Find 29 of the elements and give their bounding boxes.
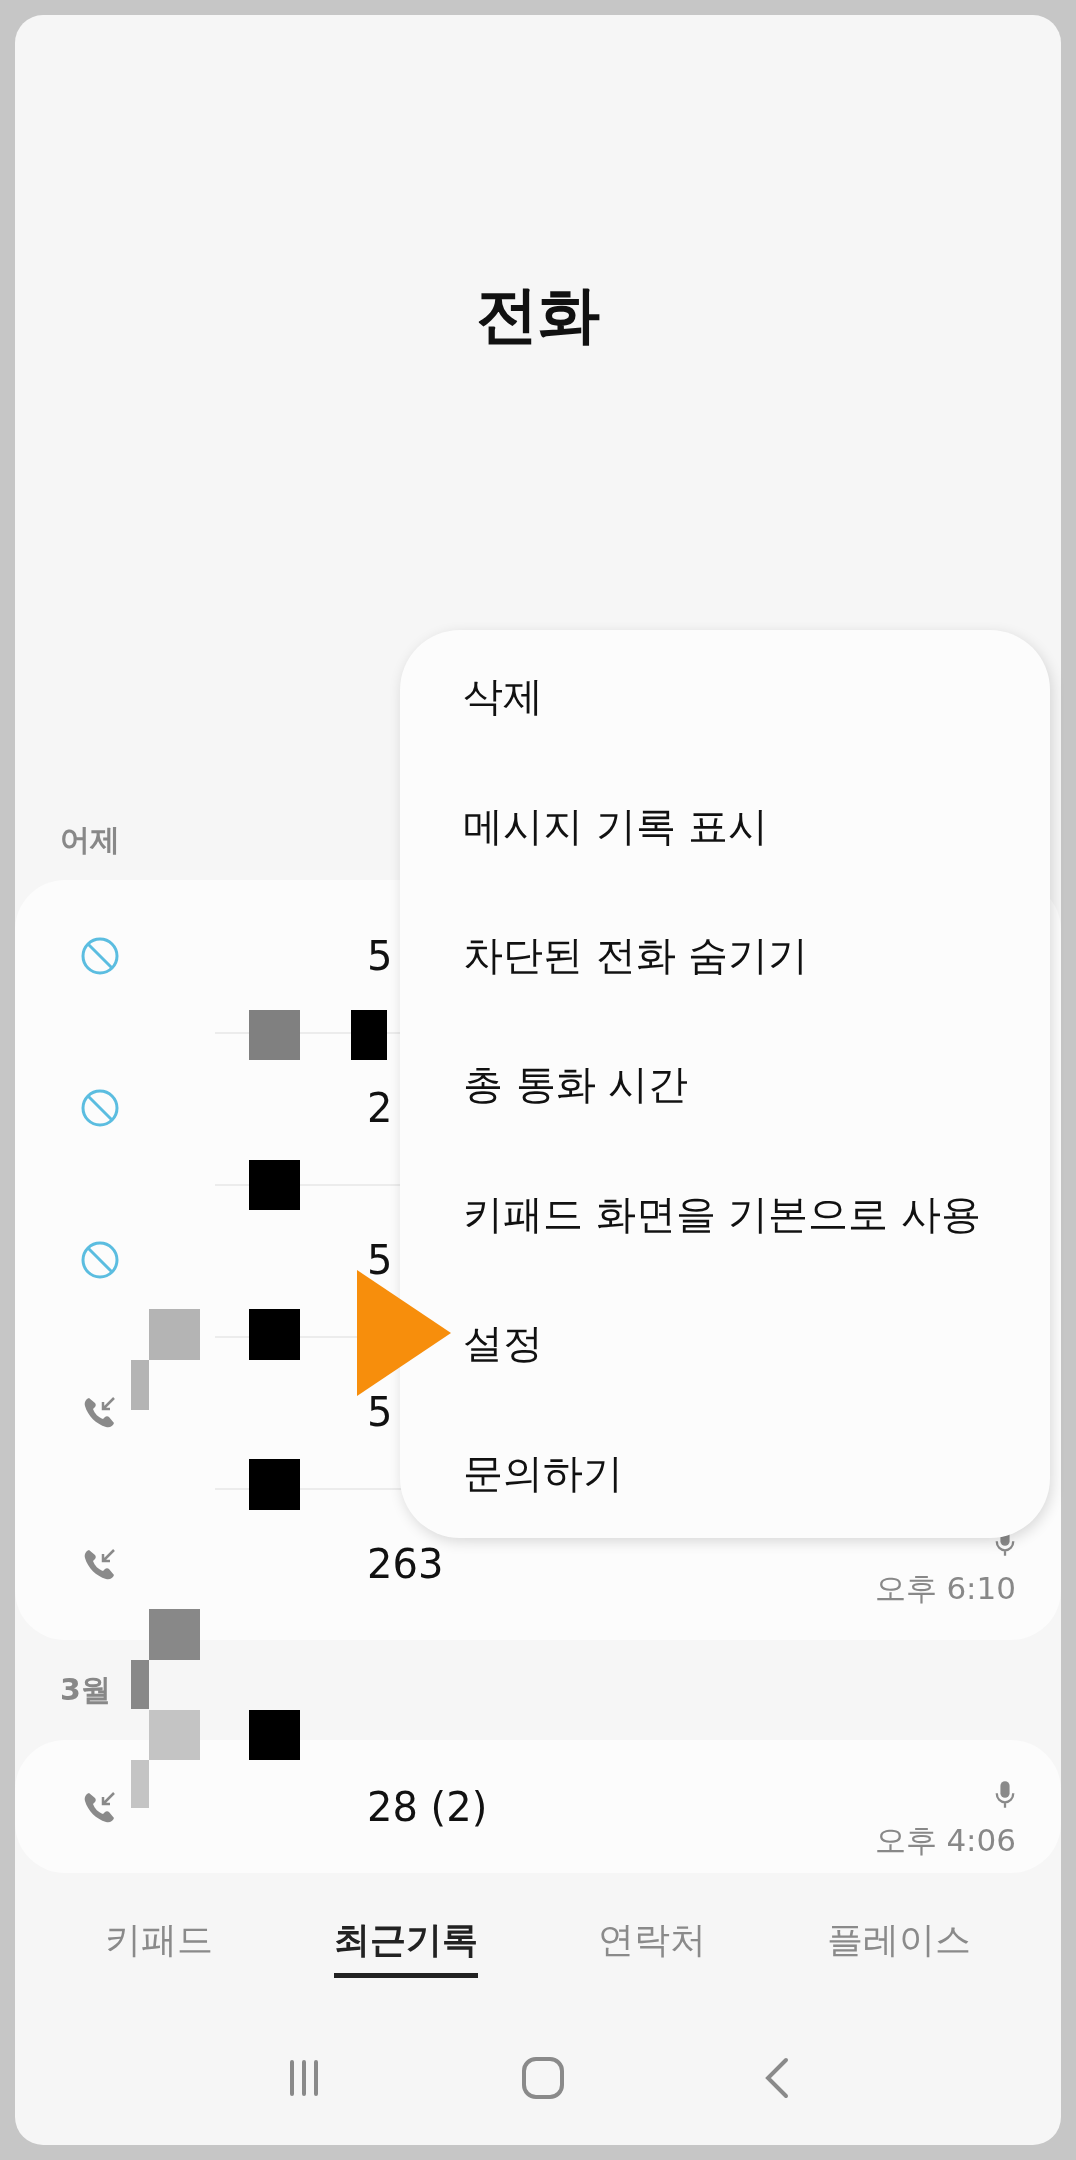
blocked-icon [80, 1088, 120, 1128]
blocked-icon [80, 936, 120, 976]
section-header: 어제 [60, 820, 120, 859]
phone-number: 5 [367, 933, 393, 979]
redaction-block [351, 1010, 387, 1060]
phone-number: 5 [367, 1389, 393, 1435]
redaction-block [249, 1710, 300, 1760]
menu-item[interactable]: 삭제 [463, 632, 543, 762]
blocked-icon [80, 1240, 120, 1280]
menu-item[interactable]: 총 통화 시간 [463, 1020, 689, 1150]
menu-item[interactable]: 문의하기 [463, 1408, 623, 1538]
redaction-block [249, 1010, 300, 1060]
menu-item[interactable]: 설정 [463, 1279, 543, 1409]
screen-title: 전화 [476, 277, 600, 353]
call-time: 오후 6:10 [874, 1569, 1016, 1608]
menu-item[interactable]: 메시지 기록 표시 [463, 761, 769, 891]
phone-number: 263 [367, 1541, 444, 1587]
section-header: 3월 [60, 1670, 111, 1709]
call-time: 오후 4:06 [874, 1821, 1016, 1860]
menu-item[interactable]: 키패드 화면을 기본으로 사용 [463, 1149, 982, 1280]
menu-item[interactable]: 차단된 전화 숨기기 [463, 890, 809, 1021]
redaction-block [249, 1309, 300, 1360]
phone-number: 2 [367, 1085, 393, 1131]
redaction-block [249, 1160, 300, 1210]
redaction-block [249, 1459, 300, 1510]
phone-number: 28 (2) [367, 1783, 488, 1830]
phone-number: 5 [367, 1237, 393, 1283]
bottom-tab[interactable]: 최근기록 [333, 1908, 478, 1978]
home-icon[interactable] [521, 2056, 565, 2100]
